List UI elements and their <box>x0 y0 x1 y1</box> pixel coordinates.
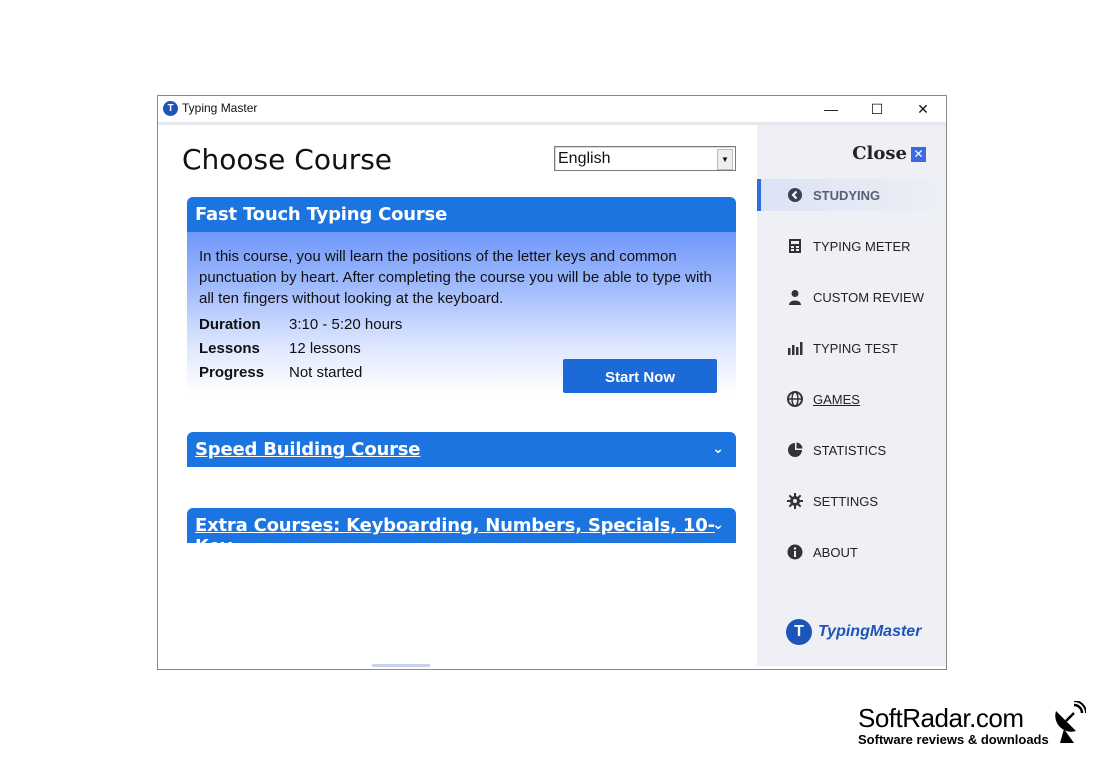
sidebar-item-label: SETTINGS <box>813 494 879 509</box>
window-title: Typing Master <box>182 101 258 115</box>
maximize-button[interactable]: ☐ <box>854 96 900 122</box>
gear-icon <box>787 493 803 509</box>
sidebar-item-label: ABOUT <box>813 545 858 560</box>
softradar-watermark: SoftRadar.com Software reviews & downloa… <box>858 701 1086 747</box>
sidebar-item-label: TYPING METER <box>813 239 911 254</box>
info-icon <box>787 544 803 560</box>
horizontal-scrollbar[interactable] <box>372 664 430 667</box>
course-header[interactable]: Speed Building Course ⌄ <box>187 432 736 467</box>
dropdown-arrow-icon[interactable]: ▼ <box>717 149 733 170</box>
close-x-icon: ✕ <box>911 147 926 162</box>
info-label: Duration <box>199 316 261 333</box>
sidebar-item-about[interactable]: ABOUT <box>757 536 946 568</box>
sidebar-item-typing-test[interactable]: TYPING TEST <box>757 332 946 364</box>
minimize-button[interactable]: — <box>808 96 854 122</box>
course-card-speed-building[interactable]: Speed Building Course ⌄ <box>187 432 736 467</box>
close-label: Close <box>852 143 907 164</box>
course-description: In this course, you will learn the posit… <box>199 248 712 307</box>
arrow-left-circle-icon <box>787 187 803 203</box>
title-bar: T Typing Master — ☐ ✕ <box>158 96 946 125</box>
course-title: Fast Touch Typing Course <box>195 204 448 225</box>
course-card-fast-touch: Fast Touch Typing Course In this course,… <box>187 197 736 394</box>
sidebar-item-label: TYPING TEST <box>813 341 898 356</box>
sidebar-item-label: STUDYING <box>813 188 881 203</box>
person-icon <box>787 289 803 305</box>
course-header[interactable]: Fast Touch Typing Course <box>187 197 736 232</box>
page-title: Choose Course <box>182 143 393 176</box>
bar-chart-icon <box>787 340 803 356</box>
watermark-name: SoftRadar.com <box>858 703 1024 733</box>
watermark-tagline: Software reviews & downloads <box>858 732 1049 747</box>
chevron-down-icon[interactable]: ⌄ <box>712 440 724 457</box>
course-body: In this course, you will learn the posit… <box>187 232 736 394</box>
info-label: Lessons <box>199 340 260 357</box>
info-label: Progress <box>199 364 265 381</box>
info-value: Not started <box>289 364 363 381</box>
info-value: 3:10 - 5:20 hours <box>289 316 403 333</box>
sidebar-item-label: STATISTICS <box>813 443 887 458</box>
sidebar-item-studying[interactable]: STUDYING <box>757 179 946 211</box>
sidebar-item-statistics[interactable]: STATISTICS <box>757 434 946 466</box>
brand-name: TypingMaster <box>818 623 922 640</box>
sidebar-item-custom-review[interactable]: CUSTOM REVIEW <box>757 281 946 313</box>
language-select-value: English <box>558 150 611 167</box>
sidebar: Close ✕ STUDYING TYPING METER CUSTOM REVI… <box>757 125 946 666</box>
pie-chart-icon <box>787 442 803 458</box>
sidebar-item-typing-meter[interactable]: TYPING METER <box>757 230 946 262</box>
sidebar-item-settings[interactable]: SETTINGS <box>757 485 946 517</box>
typing-master-logo-icon: T <box>786 619 812 645</box>
language-select[interactable]: English ▼ <box>554 146 736 171</box>
info-value: 12 lessons <box>289 340 361 357</box>
app-window: T Typing Master — ☐ ✕ Choose Course Engl… <box>157 95 947 670</box>
close-button[interactable]: Close ✕ <box>852 143 926 164</box>
main-panel: Choose Course English ▼ Fast Touch Typin… <box>158 125 757 667</box>
meter-icon <box>787 238 803 254</box>
start-now-button[interactable]: Start Now <box>563 359 717 393</box>
globe-icon <box>787 391 803 407</box>
course-title-link[interactable]: Extra Courses: Keyboarding, Numbers, Spe… <box>195 515 736 557</box>
satellite-dish-icon <box>1055 701 1086 743</box>
sidebar-item-label: CUSTOM REVIEW <box>813 290 924 305</box>
sidebar-item-label: GAMES <box>813 392 860 407</box>
chevron-down-icon[interactable]: ⌄ <box>712 516 724 533</box>
close-window-button[interactable]: ✕ <box>900 96 946 122</box>
course-card-extra-courses[interactable]: Extra Courses: Keyboarding, Numbers, Spe… <box>187 508 736 557</box>
course-header[interactable]: Extra Courses: Keyboarding, Numbers, Spe… <box>187 508 736 557</box>
sidebar-item-games[interactable]: GAMES <box>757 383 946 415</box>
typing-master-logo-icon: T <box>163 101 178 116</box>
course-title-link[interactable]: Speed Building Course <box>195 439 421 460</box>
